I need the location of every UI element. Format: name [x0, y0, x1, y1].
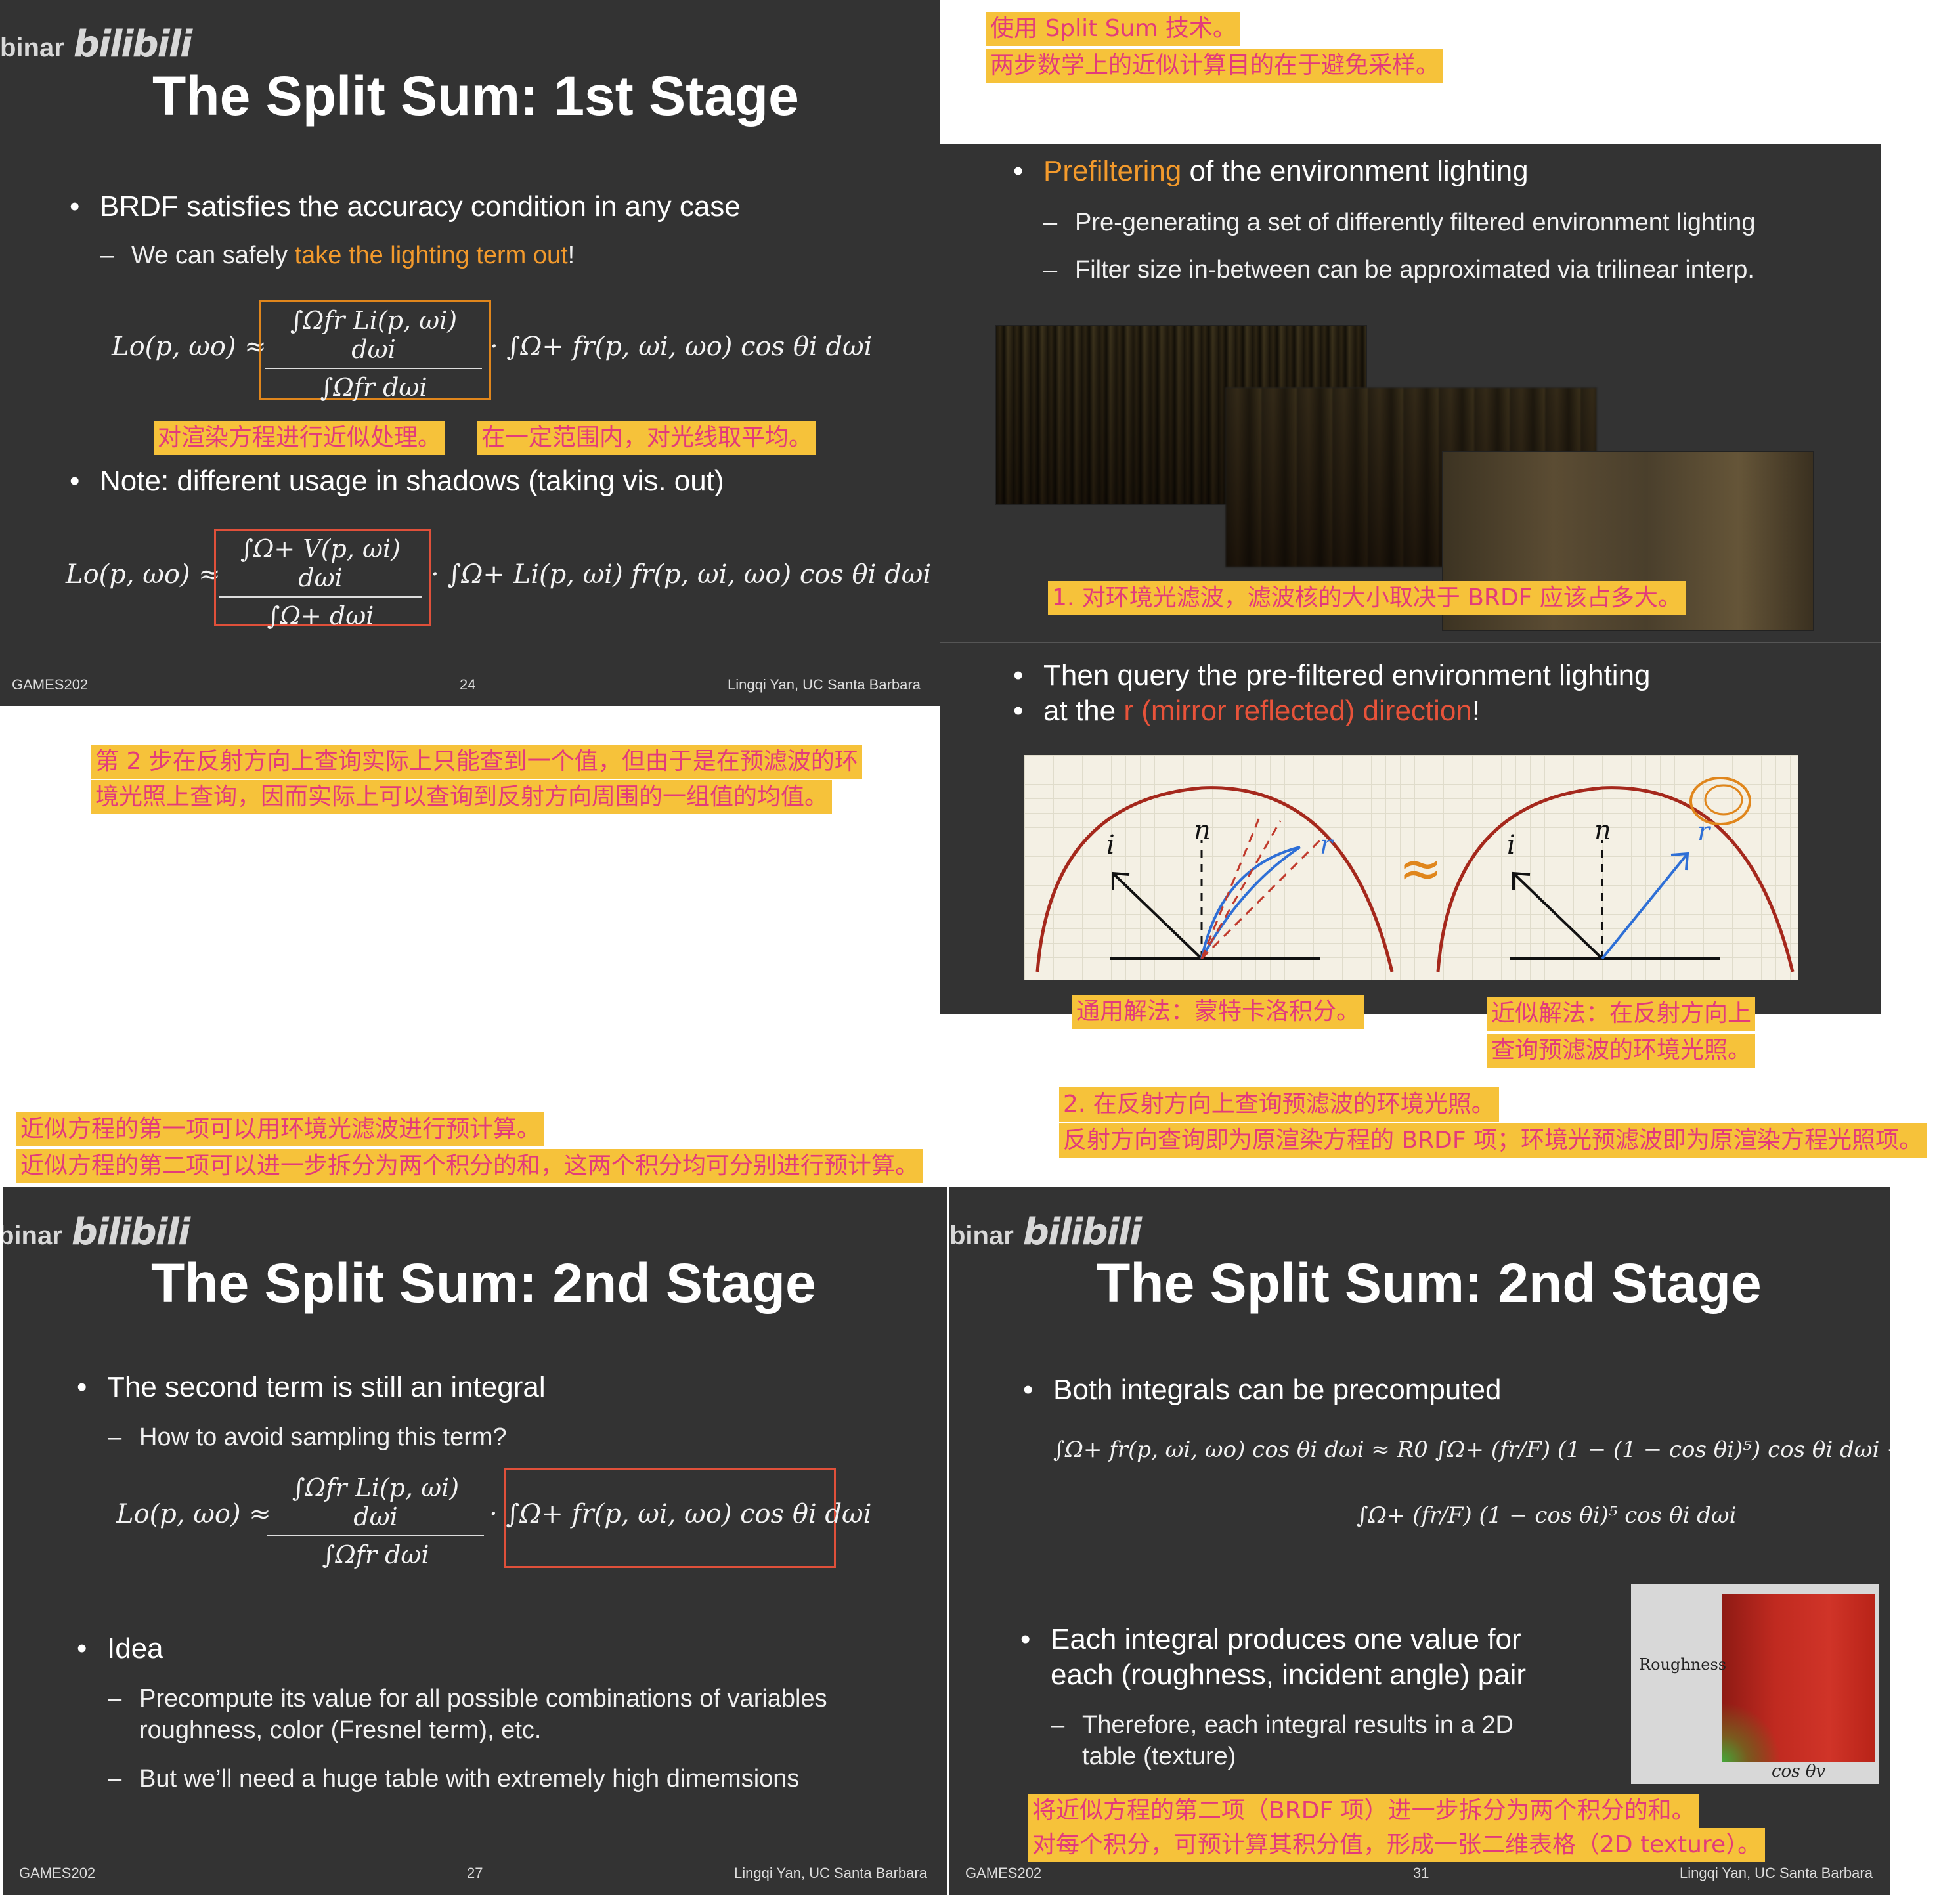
- equation-fraction: ∫Ωfr Li(p, ωi) dωi ∫Ωfr dωi: [267, 1473, 484, 1569]
- footer-page-number: 27: [467, 1865, 483, 1881]
- note-top-2: 两步数学上的近似计算目的在于避免采样。: [986, 49, 1444, 83]
- note-approx-1: 近似解法：在反射方向上: [1487, 997, 1756, 1031]
- footer-page-number: 24: [460, 676, 476, 693]
- query-text-end: !: [1471, 695, 1481, 727]
- sub-precompute-cont: roughness, color (Fresnel term), etc.: [139, 1716, 542, 1744]
- approx-symbol: ≈: [1399, 838, 1443, 899]
- bilibili-logo: bilibili: [71, 1211, 190, 1253]
- equation-lhs: Lo(p, ωo) ≈: [116, 1499, 271, 1529]
- label-i-right: i: [1507, 830, 1515, 860]
- note-monte-carlo: 通用解法：蒙特卡洛积分。: [1072, 995, 1364, 1029]
- query-text: at the: [1043, 695, 1124, 727]
- bilibili-watermark: binar bilibili: [0, 23, 192, 66]
- note-approx-2: 查询预滤波的环境光照。: [1487, 1034, 1756, 1068]
- footer-course: GAMES202: [965, 1865, 1042, 1881]
- label-r-right: r: [1697, 817, 1712, 847]
- note-env-filter: 1. 对环境光滤波，滤波核的大小取决于 BRDF 应该占多大。: [1048, 581, 1686, 615]
- brdf-lut-texture: [1722, 1594, 1875, 1762]
- eq2-denominator: ∫Ω+ dωi: [267, 601, 374, 630]
- equation-1-lhs: Lo(p, ωo) ≈: [112, 332, 267, 362]
- reflection-diagram: i n r ≈ i n r: [1024, 755, 1798, 980]
- bullet-brdf-accuracy: BRDF satisfies the accuracy condition in…: [70, 190, 741, 223]
- slide-split-sum-2nd-stage-a: binar bilibili The Split Sum: 2nd Stage T…: [3, 1187, 947, 1895]
- label-i: i: [1106, 830, 1115, 860]
- bullet-each-integral-2: each (roughness, incident angle) pair: [1051, 1659, 1527, 1691]
- sub-2d-table-2: table (texture): [1082, 1743, 1236, 1770]
- footer-author: Lingqi Yan, UC Santa Barbara: [734, 1865, 927, 1881]
- prefiltering-highlight: Prefiltering: [1043, 155, 1182, 187]
- equation-2-lhs: Lo(p, ωo) ≈: [66, 559, 221, 590]
- note-query-1: 2. 在反射方向上查询预滤波的环境光照。: [1059, 1087, 1499, 1122]
- bullet-second-term: The second term is still an integral: [77, 1371, 546, 1404]
- note-query-2: 反射方向查询即为原渲染方程的 BRDF 项；环境光预滤波即为原渲染方程光照项。: [1059, 1123, 1927, 1158]
- sub-highlight: take the lighting term out: [294, 242, 568, 269]
- bilibili-logo: bilibili: [73, 23, 192, 66]
- equation-1-rhs: · ∫Ω+ fr(p, ωi, ωo) cos θi dωi: [490, 332, 873, 362]
- mirror-direction-highlight: r (mirror reflected) direction: [1123, 695, 1472, 727]
- prefiltering-text: of the environment lighting: [1181, 155, 1529, 187]
- footer-page-number: 31: [1413, 1865, 1429, 1881]
- slide-title: The Split Sum: 2nd Stage: [1097, 1252, 1762, 1314]
- roughness-axis-label: Roughness: [1639, 1655, 1727, 1674]
- note-approx-render-eq: 对渲染方程进行近似处理。: [154, 421, 446, 455]
- footer-author: Lingqi Yan, UC Santa Barbara: [1680, 1865, 1873, 1881]
- footer-course: GAMES202: [12, 676, 89, 693]
- footer-course: GAMES202: [19, 1865, 96, 1881]
- bullet-query-line2: at the r (mirror reflected) direction!: [1013, 695, 1481, 728]
- sub-text-end: !: [567, 242, 575, 269]
- reflection-diagram-svg: i n r ≈ i n r: [1035, 777, 1795, 972]
- slide-prefiltering: Prefiltering of the environment lighting…: [940, 144, 1881, 1014]
- equation-line-2: ∫Ω+ (fr/F) (1 − cos θi)⁵ cos θi dωi: [1357, 1502, 1737, 1529]
- bullet-prefiltering: Prefiltering of the environment lighting: [1013, 155, 1529, 188]
- sub-avoid-sampling: How to avoid sampling this term?: [108, 1424, 507, 1452]
- note-left-1: 近似方程的第一项可以用环境光滤波进行预计算。: [16, 1112, 545, 1146]
- watermark-prefix: binar: [0, 33, 64, 62]
- equation-rhs: · ∫Ω+ fr(p, ωi, ωo) cos θi dωi: [489, 1499, 872, 1529]
- slide-title: The Split Sum: 1st Stage: [152, 65, 799, 127]
- slide-title: The Split Sum: 2nd Stage: [151, 1252, 816, 1314]
- sub-text: We can safely: [131, 242, 295, 269]
- sub-filter-size: Filter size in-between can be approximat…: [1043, 256, 1754, 284]
- sub-2d-table-1: Therefore, each integral results in a 2D: [1051, 1711, 1514, 1739]
- equation-2-rhs: · ∫Ω+ Li(p, ωi) fr(p, ωi, ωo) cos θi dωi: [431, 559, 932, 590]
- eq-denominator: ∫Ωfr dωi: [322, 1540, 429, 1569]
- note-mid-1: 第 2 步在反射方向上查询实际上只能查到一个值，但由于是在预滤波的环: [91, 745, 862, 779]
- eq1-numerator: ∫Ωfr Li(p, ωi) dωi: [265, 306, 482, 369]
- label-n: n: [1194, 816, 1211, 846]
- bullet-each-integral-1: Each integral produces one value for: [1020, 1623, 1521, 1656]
- sub-take-lighting-out: We can safely take the lighting term out…: [100, 242, 575, 270]
- bullet-shadows-note: Note: different usage in shadows (taking…: [70, 465, 724, 498]
- label-n-right: n: [1594, 816, 1611, 846]
- eq-numerator: ∫Ωfr Li(p, ωi) dωi: [267, 1473, 484, 1536]
- watermark-prefix: binar: [3, 1221, 62, 1250]
- bilibili-logo: bilibili: [1022, 1211, 1142, 1253]
- sub-huge-table: But we’ll need a huge table with extreme…: [108, 1765, 799, 1793]
- note-slide4-2: 对每个积分，可预计算其积分值，形成一张二维表格（2D texture）。: [1028, 1828, 1766, 1862]
- label-r: r: [1320, 830, 1334, 860]
- equation-1-fraction: ∫Ωfr Li(p, ωi) dωi ∫Ωfr dωi: [265, 306, 482, 402]
- cos-theta-axis-label: cos θv: [1772, 1762, 1826, 1781]
- slide-split-sum-2nd-stage-b: binar bilibili The Split Sum: 2nd Stage B…: [949, 1187, 1890, 1895]
- eq1-denominator: ∫Ωfr dωi: [320, 373, 427, 402]
- bullet-precomputed: Both integrals can be precomputed: [1023, 1374, 1501, 1406]
- bilibili-watermark: binar bilibili: [3, 1211, 190, 1253]
- bullet-idea: Idea: [77, 1632, 163, 1665]
- bilibili-watermark: binar bilibili: [949, 1211, 1142, 1253]
- brdf-lut-figure: Roughness cos θv: [1631, 1584, 1879, 1784]
- footer-author: Lingqi Yan, UC Santa Barbara: [728, 676, 921, 693]
- bullet-query-prefiltered: Then query the pre-filtered environment …: [1013, 659, 1650, 692]
- note-top-1: 使用 Split Sum 技术。: [986, 12, 1240, 46]
- slide-split-sum-1st-stage: binar bilibili The Split Sum: 1st Stage B…: [0, 0, 940, 706]
- divider: [940, 642, 1881, 643]
- note-left-2: 近似方程的第二项可以进一步拆分为两个积分的和，这两个积分均可分别进行预计算。: [16, 1149, 923, 1183]
- equation-line-1: ∫Ω+ fr(p, ωi, ωo) cos θi dωi ≈ R0 ∫Ω+ (f…: [1053, 1437, 1890, 1463]
- note-average-lighting: 在一定范围内，对光线取平均。: [477, 421, 817, 455]
- note-slide4-1: 将近似方程的第二项（BRDF 项）进一步拆分为两个积分的和。: [1028, 1794, 1699, 1828]
- equation-2-fraction: ∫Ω+ V(p, ωi) dωi ∫Ω+ dωi: [219, 534, 422, 630]
- eq2-numerator: ∫Ω+ V(p, ωi) dωi: [219, 534, 422, 598]
- sub-precompute: Precompute its value for all possible co…: [108, 1685, 827, 1713]
- note-mid-2: 境光照上查询，因而实际上可以查询到反射方向周围的一组值的均值。: [91, 780, 833, 814]
- sub-pregenerating: Pre-generating a set of differently filt…: [1043, 209, 1755, 237]
- watermark-prefix: binar: [949, 1221, 1014, 1250]
